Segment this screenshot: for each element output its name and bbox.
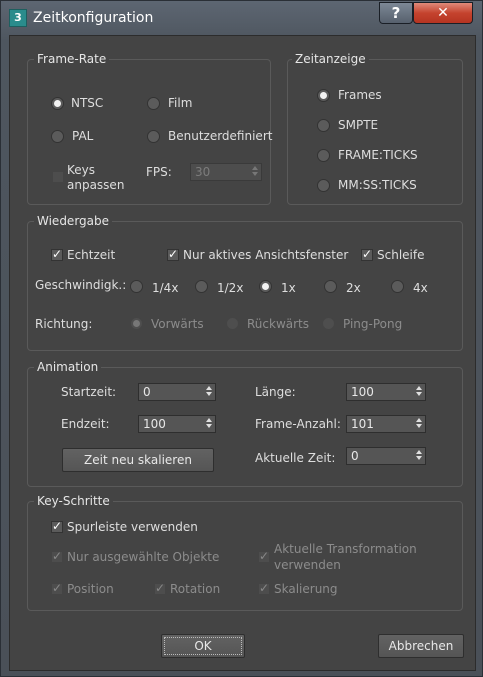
- app-icon: 3: [9, 9, 27, 27]
- ntsc-label: NTSC: [71, 96, 104, 110]
- key-steps-title: Key-Schritte: [34, 494, 113, 508]
- use-trackbar-label: Spurleiste verwenden: [67, 520, 198, 534]
- direction-label-backward: Rückwärts: [247, 317, 310, 331]
- keys-adjust-checkbox[interactable]: [52, 171, 64, 183]
- length-label: Länge:: [255, 385, 296, 399]
- speed-label-4x: 4x: [413, 281, 428, 295]
- mm-ss-ticks-radio[interactable]: [317, 179, 330, 192]
- fps-spinner[interactable]: 30: [190, 163, 262, 181]
- active-viewport-label: Nur aktives Ansichtsfenster: [183, 248, 349, 262]
- ntsc-radio[interactable]: [51, 97, 64, 110]
- active-viewport-checkbox[interactable]: [167, 247, 179, 261]
- direction-label: Richtung:: [35, 317, 93, 331]
- spinner-arrows-icon[interactable]: [414, 417, 423, 431]
- time-configuration-dialog: 3 Zeitkonfiguration ? ✕ Frame-Rate NTSC …: [0, 0, 483, 677]
- frame-count-value: 101: [351, 417, 374, 431]
- speed-radio-2x[interactable]: [324, 280, 337, 293]
- end-time-spinner[interactable]: 100: [138, 415, 216, 433]
- direction-label-pingpong: Ping-Pong: [343, 317, 403, 331]
- frame-rate-title: Frame-Rate: [34, 52, 110, 66]
- spinner-arrows-icon[interactable]: [204, 385, 213, 399]
- end-time-value: 100: [143, 417, 166, 431]
- title-bar[interactable]: 3 Zeitkonfiguration ? ✕: [1, 1, 482, 35]
- realtime-label: Echtzeit: [67, 248, 116, 262]
- film-label: Film: [168, 96, 193, 110]
- current-transform-label-line1: Aktuelle Transformation: [274, 542, 417, 556]
- start-time-value: 0: [143, 385, 151, 399]
- loop-checkbox[interactable]: [361, 247, 373, 261]
- speed-label-2x: 2x: [346, 281, 361, 295]
- frame-count-spinner[interactable]: 101: [346, 415, 426, 433]
- ok-button[interactable]: OK: [161, 634, 245, 658]
- speed-radio-1x[interactable]: [259, 280, 272, 293]
- window-title: Zeitkonfiguration: [33, 10, 154, 26]
- current-time-label: Aktuelle Zeit:: [255, 451, 336, 465]
- frames-label: Frames: [338, 88, 382, 102]
- end-time-label: Endzeit:: [61, 417, 110, 431]
- length-spinner[interactable]: 100: [346, 383, 426, 401]
- start-time-label: Startzeit:: [61, 385, 117, 399]
- speed-label-1x: 1x: [281, 281, 296, 295]
- speed-radio-4x[interactable]: [391, 280, 404, 293]
- cancel-button[interactable]: Abbrechen: [378, 634, 464, 658]
- frame-count-label: Frame-Anzahl:: [255, 417, 341, 431]
- help-button[interactable]: ?: [379, 2, 413, 24]
- mm-ss-ticks-label: MM:SS:TICKS: [338, 178, 417, 192]
- current-transform-checkbox[interactable]: [258, 549, 270, 563]
- pal-label: PAL: [72, 129, 94, 143]
- speed-radio-half[interactable]: [195, 280, 208, 293]
- frame-ticks-radio[interactable]: [317, 149, 330, 162]
- spinner-arrows-icon[interactable]: [414, 449, 423, 463]
- speed-label: Geschwindigk.:: [35, 278, 127, 292]
- pal-radio[interactable]: [51, 130, 64, 143]
- speed-radio-quarter[interactable]: [130, 280, 143, 293]
- animation-title: Animation: [34, 360, 102, 374]
- keys-adjust-label-line2: anpassen: [67, 178, 125, 192]
- current-time-value: 0: [351, 449, 359, 463]
- rotation-checkbox[interactable]: [154, 581, 166, 595]
- current-time-spinner[interactable]: 0: [346, 447, 426, 465]
- smpte-radio[interactable]: [317, 119, 330, 132]
- time-display-title: Zeitanzeige: [292, 52, 369, 66]
- fps-label: FPS:: [146, 165, 172, 179]
- loop-label: Schleife: [377, 248, 425, 262]
- frames-radio[interactable]: [317, 89, 330, 102]
- spinner-arrows-icon[interactable]: [250, 165, 259, 179]
- scale-checkbox[interactable]: [258, 581, 270, 595]
- close-button[interactable]: ✕: [413, 2, 473, 24]
- use-trackbar-checkbox[interactable]: [51, 519, 63, 533]
- selected-objects-checkbox[interactable]: [51, 549, 63, 563]
- rotation-label: Rotation: [170, 582, 221, 596]
- dialog-body: Frame-Rate NTSC Film PAL Benutzerdefinie…: [9, 35, 476, 671]
- playback-title: Wiedergabe: [34, 214, 113, 228]
- direction-label-forward: Vorwärts: [151, 317, 204, 331]
- scale-label: Skalierung: [274, 582, 338, 596]
- spinner-arrows-icon[interactable]: [414, 385, 423, 399]
- direction-radio-pingpong[interactable]: [322, 317, 335, 330]
- position-checkbox[interactable]: [51, 581, 63, 595]
- keys-adjust-label-line1: Keys: [67, 163, 96, 177]
- start-time-spinner[interactable]: 0: [138, 383, 216, 401]
- spinner-arrows-icon[interactable]: [204, 417, 213, 431]
- current-transform-label-line2: verwenden: [274, 558, 341, 572]
- position-label: Position: [67, 582, 114, 596]
- selected-objects-label: Nur ausgewählte Objekte: [67, 550, 220, 564]
- realtime-checkbox[interactable]: [51, 247, 63, 261]
- direction-radio-forward[interactable]: [130, 317, 143, 330]
- film-radio[interactable]: [147, 97, 160, 110]
- frame-ticks-label: FRAME:TICKS: [338, 148, 418, 162]
- fps-value: 30: [195, 165, 211, 179]
- custom-label: Benutzerdefiniert: [168, 129, 273, 143]
- speed-label-quarter: 1/4x: [152, 281, 179, 295]
- smpte-label: SMPTE: [338, 118, 379, 132]
- length-value: 100: [351, 385, 374, 399]
- direction-radio-backward[interactable]: [226, 317, 239, 330]
- speed-label-half: 1/2x: [217, 281, 244, 295]
- custom-radio[interactable]: [147, 130, 160, 143]
- rescale-time-button[interactable]: Zeit neu skalieren: [62, 448, 214, 472]
